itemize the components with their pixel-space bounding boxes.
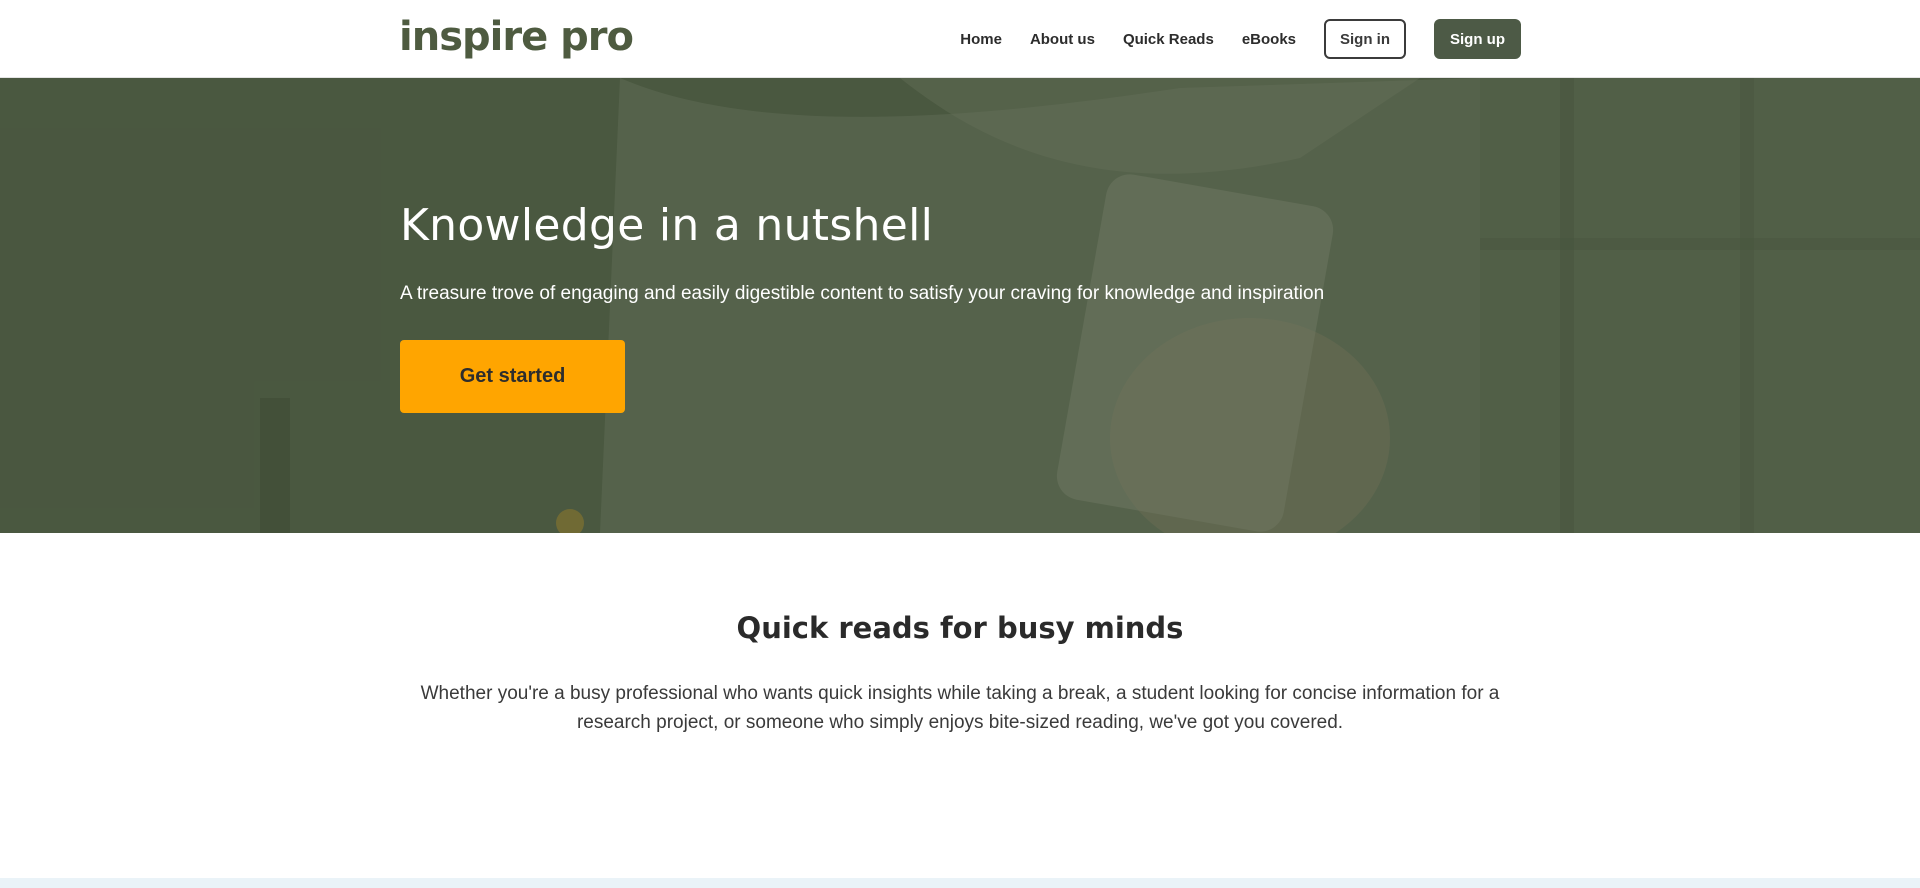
sign-in-button[interactable]: Sign in	[1324, 19, 1406, 59]
quick-reads-description: Whether you're a busy professional who w…	[420, 683, 1500, 733]
nav-quick-reads[interactable]: Quick Reads	[1123, 31, 1214, 48]
get-started-button[interactable]: Get started	[400, 340, 625, 413]
next-section-edge	[0, 878, 1920, 888]
site-header: inspire pro Home About us Quick Reads eB…	[0, 0, 1920, 78]
logo[interactable]: inspire pro	[399, 12, 634, 62]
nav-about-us[interactable]: About us	[1030, 31, 1095, 48]
hero-subtitle: A treasure trove of engaging and easily …	[400, 283, 1325, 304]
sign-up-button[interactable]: Sign up	[1434, 19, 1521, 59]
nav-ebooks[interactable]: eBooks	[1242, 31, 1296, 48]
quick-reads-title: Quick reads for busy minds	[736, 611, 1184, 645]
nav-home[interactable]: Home	[960, 31, 1002, 48]
hero-overlay	[0, 78, 1920, 533]
hero-title: Knowledge in a nutshell	[400, 200, 934, 251]
main-nav: Home About us Quick Reads eBooks Sign in…	[960, 19, 1521, 59]
hero-section: Knowledge in a nutshell A treasure trove…	[0, 78, 1920, 533]
